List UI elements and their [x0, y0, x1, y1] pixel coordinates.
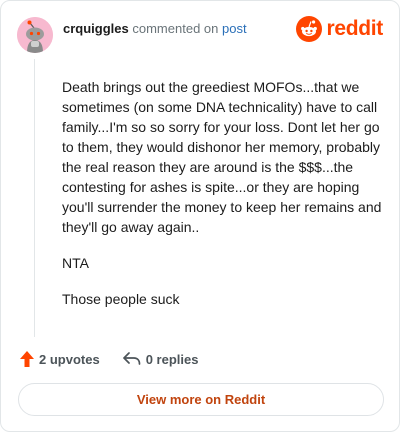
comment-byline: crquiggles commented on post: [63, 21, 247, 37]
comment-paragraph: Those people suck: [62, 291, 180, 307]
comment-actions: 2 upvotes 0 replies: [19, 348, 198, 370]
brand-name: reddit: [326, 17, 383, 40]
upvote-button[interactable]: 2 upvotes: [19, 350, 100, 368]
reddit-logo[interactable]: reddit: [296, 16, 383, 42]
action-text: commented on: [132, 21, 219, 36]
username-link[interactable]: crquiggles: [63, 21, 129, 36]
post-link[interactable]: post: [222, 21, 247, 36]
upvotes-count: 2 upvotes: [39, 351, 100, 367]
avatar[interactable]: [17, 17, 53, 53]
comment-paragraph: Death brings out the greediest MOFOs...t…: [62, 79, 382, 235]
comment-body: Death brings out the greediest MOFOs...t…: [62, 77, 384, 325]
reply-button[interactable]: 0 replies: [122, 351, 199, 367]
reddit-comment-embed: crquiggles commented on post reddit Deat…: [0, 0, 400, 432]
reply-arrow-icon: [122, 352, 141, 365]
view-more-button[interactable]: View more on Reddit: [18, 383, 384, 416]
comment-paragraph: NTA: [62, 255, 89, 271]
thread-line: [34, 59, 35, 337]
snoo-avatar-icon: [17, 17, 53, 53]
replies-count: 0 replies: [145, 351, 199, 367]
reddit-logo-icon: [296, 16, 323, 42]
comment-header: crquiggles commented on post reddit: [17, 16, 383, 53]
upvote-arrow-icon: [20, 351, 34, 367]
